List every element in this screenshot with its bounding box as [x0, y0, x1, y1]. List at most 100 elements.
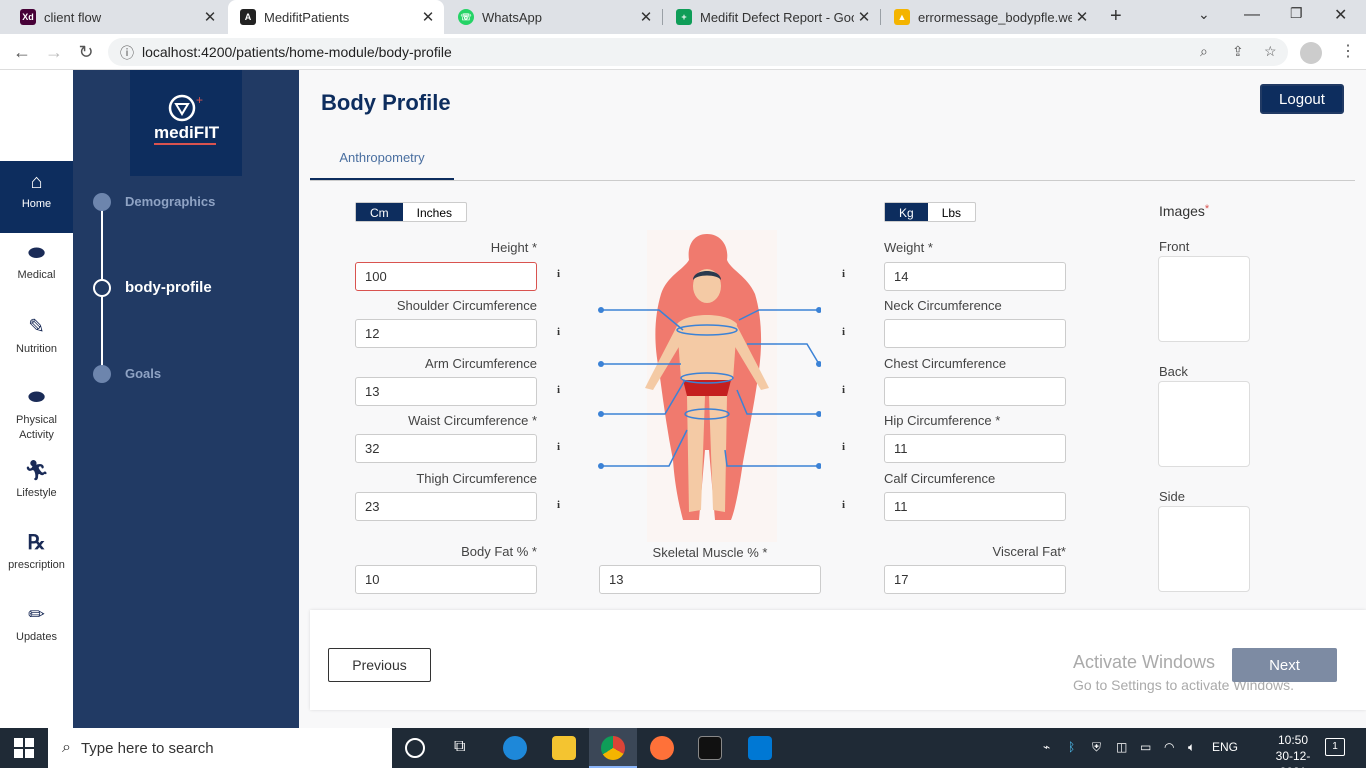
back-icon[interactable]: ←: [10, 40, 34, 64]
neck-input[interactable]: [884, 319, 1066, 348]
length-unit-toggle[interactable]: Cm Inches: [355, 202, 468, 222]
close-tab-icon[interactable]: ✕: [200, 8, 220, 26]
firefox-icon[interactable]: [650, 736, 674, 760]
step-dot-goals: [93, 365, 111, 383]
taskbar-search[interactable]: ⌕ Type here to search: [48, 728, 392, 768]
windows-taskbar: ⌕ Type here to search ⧉ ⌁ ᛒ ⛨ ◫ ▭ ◠ 🔈︎ E…: [0, 728, 1366, 779]
close-tab-icon[interactable]: ✕: [418, 8, 438, 26]
step-body-profile[interactable]: body-profile: [125, 279, 212, 296]
tab-search-icon[interactable]: ⌄: [1198, 6, 1210, 23]
images-title: Images*: [1159, 203, 1209, 219]
forward-icon[interactable]: →: [42, 40, 66, 64]
volume-icon[interactable]: 🔈︎: [1188, 740, 1195, 755]
info-icon[interactable]: i: [842, 499, 845, 511]
edge-icon[interactable]: [503, 736, 527, 760]
thigh-input[interactable]: [355, 492, 537, 521]
new-tab-icon[interactable]: +: [1110, 5, 1122, 28]
close-tab-icon[interactable]: ✕: [1072, 8, 1092, 26]
url-box[interactable]: ⓘ localhost:4200/patients/home-module/bo…: [108, 38, 1288, 66]
shoulder-input[interactable]: [355, 319, 537, 348]
reload-icon[interactable]: ↻: [74, 40, 98, 64]
body-fat-input[interactable]: [355, 565, 537, 594]
notifications-icon[interactable]: 1: [1325, 738, 1345, 756]
vscode-icon[interactable]: [748, 736, 772, 760]
info-icon[interactable]: i: [842, 384, 845, 396]
skeletal-muscle-input[interactable]: [599, 565, 821, 594]
terminal-icon[interactable]: [698, 736, 722, 760]
previous-button[interactable]: Previous: [328, 648, 431, 682]
hip-input[interactable]: [884, 434, 1066, 463]
info-icon[interactable]: i: [842, 326, 845, 338]
unit-cm[interactable]: Cm: [356, 203, 403, 221]
chest-input[interactable]: [884, 377, 1066, 406]
tab-title: client flow: [44, 9, 102, 25]
rail-item-updates[interactable]: ✏ Updates: [0, 602, 73, 643]
visceral-fat-input[interactable]: [884, 565, 1066, 594]
bluetooth-icon[interactable]: ᛒ: [1068, 740, 1075, 754]
rail-item-nutrition[interactable]: ✎ Nutrition: [0, 314, 73, 355]
zoom-icon[interactable]: ⌕: [1200, 43, 1208, 60]
info-icon[interactable]: i: [557, 326, 560, 338]
rail-item-prescription[interactable]: ℞ prescription: [0, 530, 73, 571]
info-icon[interactable]: i: [557, 268, 560, 280]
arm-input[interactable]: [355, 377, 537, 406]
rail-item-physical-activity[interactable]: ⬬ Physical Activity: [0, 386, 73, 443]
meet-icon[interactable]: ◫: [1116, 740, 1127, 754]
profile-avatar-icon[interactable]: [1300, 42, 1322, 64]
browser-tab-drive[interactable]: ▲ errormessage_bodypfle.webm ✕: [882, 0, 1098, 34]
waist-input[interactable]: [355, 434, 537, 463]
minimize-icon[interactable]: —: [1244, 6, 1260, 24]
menu-kebab-icon[interactable]: ⋮: [1340, 41, 1356, 61]
cortana-icon[interactable]: [405, 738, 425, 758]
front-image-upload[interactable]: [1158, 256, 1250, 342]
browser-tab-whatsapp[interactable]: ☏ WhatsApp ✕: [446, 0, 662, 34]
battery-icon[interactable]: ▭: [1140, 740, 1151, 754]
rail-item-medical[interactable]: ⬬ Medical: [0, 242, 73, 281]
browser-tab-defect-report[interactable]: + Medifit Defect Report - Goog ✕: [664, 0, 880, 34]
unit-kg[interactable]: Kg: [885, 203, 928, 221]
rail-item-home[interactable]: ⌂ Home: [0, 161, 73, 233]
clock[interactable]: 10:50 30-12-2021: [1263, 732, 1323, 780]
side-image-upload[interactable]: [1158, 506, 1250, 592]
site-info-icon[interactable]: ⓘ: [120, 43, 134, 63]
unit-lbs[interactable]: Lbs: [928, 203, 975, 221]
browser-tab-medifit[interactable]: A MedifitPatients ✕: [228, 0, 444, 34]
network-icon[interactable]: ⌁: [1043, 740, 1050, 754]
language-indicator[interactable]: ENG: [1212, 740, 1238, 754]
bookmark-star-icon[interactable]: ☆: [1264, 43, 1277, 60]
chrome-taskbar-active[interactable]: [589, 728, 637, 768]
side-image-label: Side: [1159, 489, 1186, 504]
restore-icon[interactable]: ❐: [1290, 5, 1303, 22]
close-tab-icon[interactable]: ✕: [854, 8, 874, 26]
tab-separator: [880, 9, 881, 25]
close-tab-icon[interactable]: ✕: [636, 8, 656, 26]
url-text[interactable]: localhost:4200/patients/home-module/body…: [142, 44, 452, 60]
step-goals[interactable]: Goals: [125, 366, 161, 381]
info-icon[interactable]: i: [557, 499, 560, 511]
rail-item-lifestyle[interactable]: 🏃︎ Lifestyle: [0, 458, 73, 499]
info-icon[interactable]: i: [842, 441, 845, 453]
thigh-label: Thigh Circumference: [416, 471, 537, 486]
share-icon[interactable]: ⇪: [1232, 43, 1244, 60]
height-input[interactable]: [355, 262, 537, 291]
windows-start-icon[interactable]: [14, 738, 34, 758]
task-view-icon[interactable]: ⧉: [454, 738, 465, 756]
browser-tab-client-flow[interactable]: Xd client flow ✕: [8, 0, 226, 34]
calf-input[interactable]: [884, 492, 1066, 521]
front-image-label: Front: [1159, 239, 1190, 254]
info-icon[interactable]: i: [842, 268, 845, 280]
unit-inches[interactable]: Inches: [403, 203, 466, 221]
wifi-icon[interactable]: ◠: [1164, 740, 1174, 754]
weight-input[interactable]: [884, 262, 1066, 291]
info-icon[interactable]: i: [557, 384, 560, 396]
weight-unit-toggle[interactable]: Kg Lbs: [884, 202, 977, 222]
security-icon[interactable]: ⛨: [1092, 740, 1101, 755]
next-button[interactable]: Next: [1232, 648, 1337, 682]
tab-anthropometry[interactable]: Anthropometry: [310, 140, 454, 180]
logout-button[interactable]: Logout: [1260, 84, 1344, 114]
info-icon[interactable]: i: [557, 441, 560, 453]
file-explorer-icon[interactable]: [552, 736, 576, 760]
close-window-icon[interactable]: ✕: [1334, 5, 1347, 25]
back-image-upload[interactable]: [1158, 381, 1250, 467]
step-demographics[interactable]: Demographics: [125, 194, 215, 209]
